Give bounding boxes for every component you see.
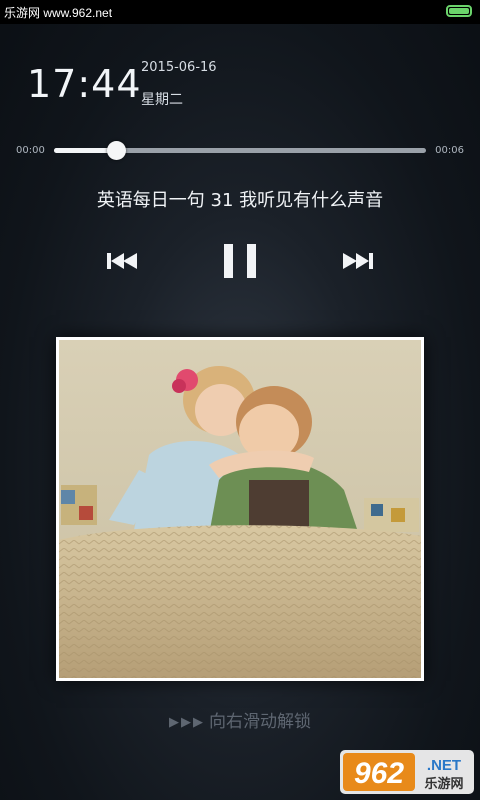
lock-screen: 乐游网 www.962.net 17:44 2015-06-16 星期二 00:… [0,0,480,800]
site-logo: 962 .NET 乐游网 [340,750,474,794]
clock-weekday: 星期二 [141,92,183,108]
battery-fill [449,8,469,14]
skip-next-icon [343,253,373,269]
logo-subtext: 乐游网 [424,776,463,792]
logo-suffix: .NET [427,757,461,774]
logo-number: 962 [354,757,404,790]
clock-time: 17:44 [27,62,142,106]
album-art-image [59,340,421,678]
skip-previous-icon [107,253,137,269]
status-watermark: 乐游网 www.962.net [4,6,113,20]
pause-icon [224,244,256,278]
clock-date: 2015-06-16 [141,60,217,75]
status-bar: 乐游网 www.962.net [0,0,480,24]
unlock-arrows: ▶▶▶ [169,715,205,730]
album-art [56,337,424,681]
total-time: 00:06 [435,145,464,156]
next-button[interactable] [340,250,374,272]
battery-icon [446,5,472,17]
elapsed-time: 00:00 [16,145,45,156]
progress-thumb[interactable] [107,141,127,160]
progress-slider[interactable] [54,141,426,160]
pause-button[interactable] [222,242,258,280]
slide-to-unlock[interactable]: ▶▶▶ 向右滑动解锁 [0,707,480,732]
unlock-label: 向右滑动解锁 [209,712,311,732]
previous-button[interactable] [106,250,140,272]
track-title: 英语每日一句 31 我听见有什么声音 [96,190,384,211]
